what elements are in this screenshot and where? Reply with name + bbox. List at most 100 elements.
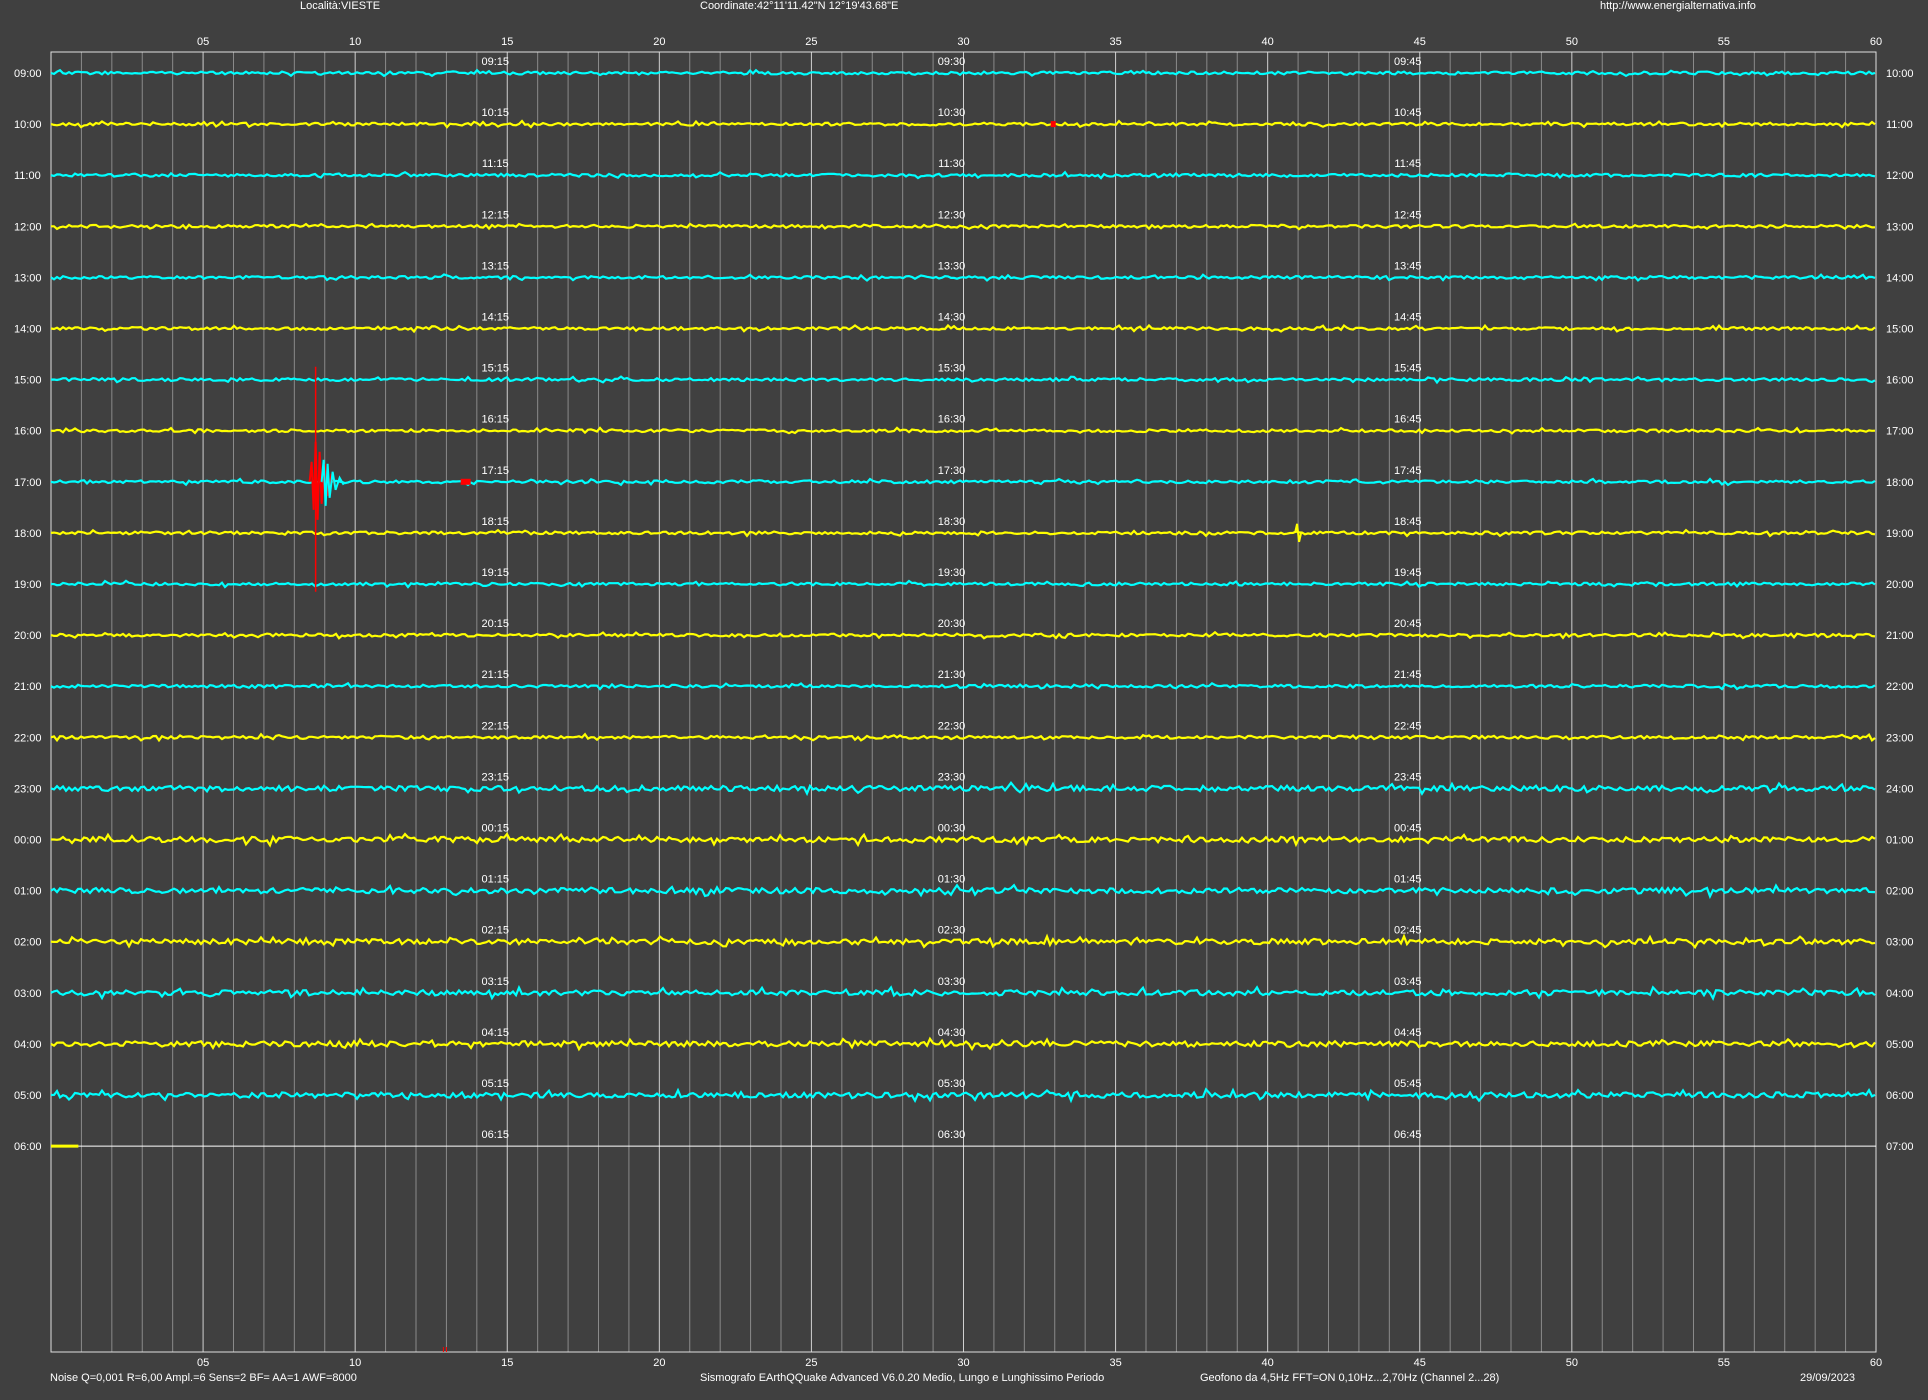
quarter-mark-label: 11:15 xyxy=(482,158,509,170)
quarter-mark-label: 21:30 xyxy=(938,669,966,681)
quarter-mark-label: 05:45 xyxy=(1394,1078,1422,1090)
quarter-mark-label: 21:45 xyxy=(1394,669,1422,681)
quarter-mark-label: 12:45 xyxy=(1394,209,1422,221)
x-tick-label-top: 45 xyxy=(1414,36,1426,48)
row-time-right: 07:00 xyxy=(1886,1141,1914,1153)
quarter-mark-label: 03:45 xyxy=(1394,976,1422,988)
row-time-right: 05:00 xyxy=(1886,1039,1914,1051)
row-time-right: 19:00 xyxy=(1886,528,1914,540)
quarter-mark-label: 12:30 xyxy=(938,209,966,221)
x-tick-label-bottom: 15 xyxy=(501,1357,513,1369)
quarter-mark-label: 00:45 xyxy=(1394,823,1422,835)
quarter-mark-label: 10:15 xyxy=(481,107,509,119)
row-time-left: 11:00 xyxy=(14,170,41,182)
quarter-mark-label: 19:15 xyxy=(481,567,509,579)
x-tick-label-bottom: 25 xyxy=(805,1357,817,1369)
quarter-mark-label: 22:15 xyxy=(481,720,509,732)
quarter-mark-label: 09:15 xyxy=(481,56,509,68)
x-tick-label-bottom: 55 xyxy=(1718,1357,1730,1369)
quarter-mark-label: 22:30 xyxy=(938,720,966,732)
quarter-mark-label: 05:30 xyxy=(938,1078,966,1090)
row-time-right: 18:00 xyxy=(1886,477,1914,489)
quarter-mark-label: 06:45 xyxy=(1394,1129,1422,1141)
x-tick-label-bottom: 35 xyxy=(1109,1357,1121,1369)
x-tick-label-top: 15 xyxy=(501,36,513,48)
quarter-mark-label: 19:30 xyxy=(938,567,966,579)
quarter-mark-label: 13:30 xyxy=(938,260,966,272)
quarter-mark-label: 16:15 xyxy=(481,414,509,426)
quarter-mark-label: 05:15 xyxy=(481,1078,509,1090)
row-time-right: 22:00 xyxy=(1886,681,1914,693)
quarter-mark-label: 18:15 xyxy=(481,516,509,528)
x-tick-label-bottom: 20 xyxy=(653,1357,665,1369)
quarter-mark-label: 17:45 xyxy=(1394,465,1422,477)
quarter-mark-label: 00:15 xyxy=(481,823,509,835)
quarter-mark-label: 20:15 xyxy=(481,618,509,630)
row-time-right: 16:00 xyxy=(1886,375,1914,387)
quarter-mark-label: 22:45 xyxy=(1394,720,1422,732)
x-tick-label-top: 60 xyxy=(1870,36,1882,48)
quarter-mark-label: 12:15 xyxy=(481,209,509,221)
quarter-mark-label: 17:15 xyxy=(481,465,509,477)
quarter-mark-label: 20:30 xyxy=(938,618,966,630)
row-time-right: 02:00 xyxy=(1886,886,1914,898)
quarter-mark-label: 10:45 xyxy=(1394,107,1422,119)
quarter-mark-label: 20:45 xyxy=(1394,618,1422,630)
quarter-mark-label: 02:45 xyxy=(1394,925,1422,937)
row-time-right: 01:00 xyxy=(1886,835,1914,847)
quarter-mark-label: 09:30 xyxy=(938,56,966,68)
row-time-right: 03:00 xyxy=(1886,937,1914,949)
row-time-left: 05:00 xyxy=(14,1090,42,1102)
row-time-left: 14:00 xyxy=(14,324,42,336)
row-time-right: 14:00 xyxy=(1886,272,1914,284)
row-time-left: 02:00 xyxy=(14,937,42,949)
row-time-left: 06:00 xyxy=(14,1141,42,1153)
quarter-mark-label: 04:30 xyxy=(938,1027,966,1039)
row-time-right: 13:00 xyxy=(1886,221,1914,233)
row-time-left: 16:00 xyxy=(14,426,42,438)
quarter-mark-label: 06:15 xyxy=(481,1129,509,1141)
quarter-mark-label: 06:30 xyxy=(938,1129,966,1141)
row-time-right: 06:00 xyxy=(1886,1090,1914,1102)
x-tick-label-bottom: 40 xyxy=(1262,1357,1274,1369)
x-tick-label-bottom: 30 xyxy=(957,1357,969,1369)
row-time-left: 21:00 xyxy=(14,681,42,693)
quarter-mark-label: 14:15 xyxy=(481,312,509,324)
row-time-left: 12:00 xyxy=(14,221,42,233)
quarter-mark-label: 19:45 xyxy=(1394,567,1422,579)
quarter-mark-label: 11:45 xyxy=(1394,158,1421,170)
footer-software: Sismografo EArthQQuake Advanced V6.0.20 … xyxy=(700,1372,1105,1384)
x-tick-label-top: 05 xyxy=(197,36,209,48)
row-time-right: 17:00 xyxy=(1886,426,1914,438)
row-time-left: 17:00 xyxy=(14,477,42,489)
quarter-mark-label: 04:45 xyxy=(1394,1027,1422,1039)
row-time-left: 23:00 xyxy=(14,783,42,795)
quarter-mark-label: 03:15 xyxy=(481,976,509,988)
x-tick-label-top: 50 xyxy=(1566,36,1578,48)
quarter-mark-label: 01:45 xyxy=(1394,874,1422,886)
row-time-left: 03:00 xyxy=(14,988,42,1000)
row-time-right: 23:00 xyxy=(1886,732,1914,744)
x-tick-label-top: 55 xyxy=(1718,36,1730,48)
row-time-left: 22:00 xyxy=(14,732,42,744)
row-time-right: 24:00 xyxy=(1886,783,1914,795)
row-time-left: 13:00 xyxy=(14,272,42,284)
x-tick-label-top: 20 xyxy=(653,36,665,48)
quarter-mark-label: 11:30 xyxy=(938,158,965,170)
x-tick-label-top: 10 xyxy=(349,36,361,48)
quarter-mark-label: 15:30 xyxy=(938,363,966,375)
row-time-left: 20:00 xyxy=(14,630,42,642)
small-event-yellow xyxy=(1294,523,1303,543)
quarter-mark-label: 04:15 xyxy=(481,1027,509,1039)
x-tick-label-top: 25 xyxy=(805,36,817,48)
quarter-mark-label: 00:30 xyxy=(938,823,966,835)
row-time-left: 10:00 xyxy=(14,119,42,131)
x-tick-label-bottom: 45 xyxy=(1414,1357,1426,1369)
quarter-mark-label: 17:30 xyxy=(938,465,966,477)
quarter-mark-label: 23:45 xyxy=(1394,771,1422,783)
quarter-mark-label: 01:30 xyxy=(938,874,966,886)
quarter-mark-label: 09:45 xyxy=(1394,56,1422,68)
quarter-mark-label: 13:45 xyxy=(1394,260,1422,272)
quarter-mark-label: 15:15 xyxy=(481,363,509,375)
footer-settings: Noise Q=0,001 R=6,00 Ampl.=6 Sens=2 BF= … xyxy=(50,1372,357,1384)
